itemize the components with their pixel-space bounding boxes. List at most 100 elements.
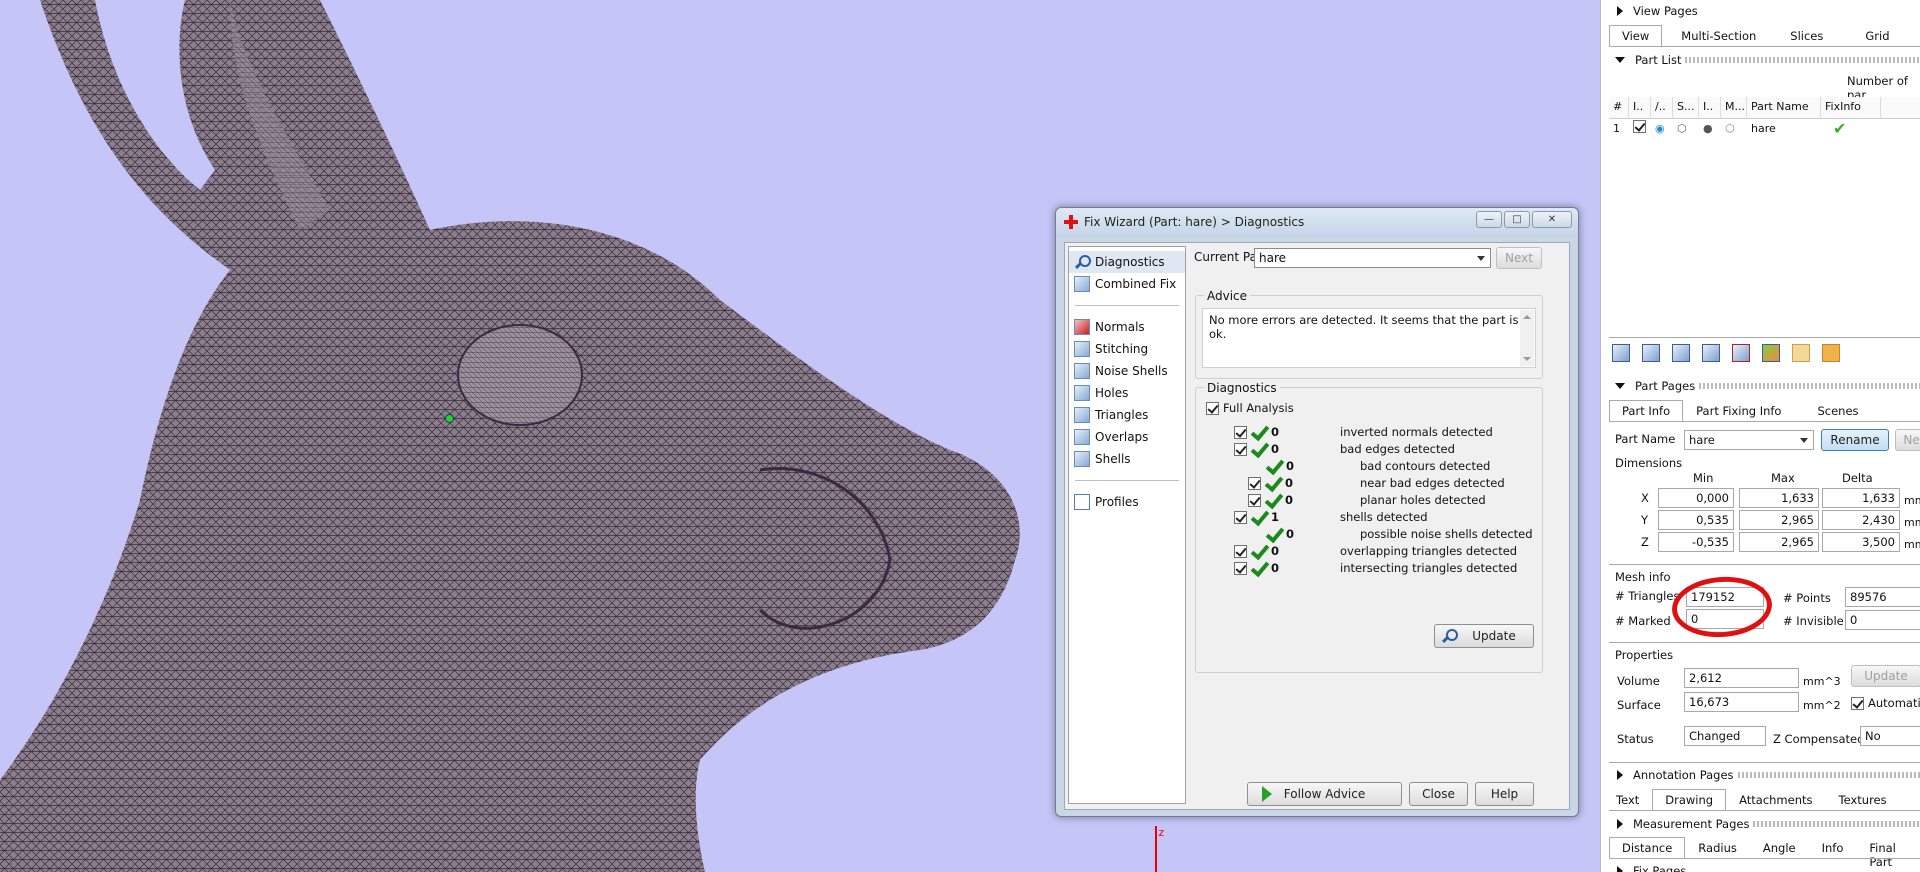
- measurement-pages-header[interactable]: Measurement Pages: [1605, 815, 1920, 833]
- nav-item-stitching[interactable]: Stitching: [1069, 338, 1185, 360]
- z-compensated-label: Z Compensated: [1773, 732, 1865, 746]
- shading-cube-icon[interactable]: ⬡: [1673, 122, 1699, 135]
- tab-textures[interactable]: Textures: [1826, 789, 1900, 811]
- green-check-icon: [1250, 509, 1268, 525]
- table-row[interactable]: 1 ◉ ⬡ ● ⬡ hare ✔: [1609, 118, 1920, 138]
- tab-scenes[interactable]: Scenes: [1794, 400, 1871, 422]
- nav-item-combined-fix[interactable]: Combined Fix: [1069, 273, 1185, 295]
- tab-angle[interactable]: Angle: [1750, 837, 1809, 859]
- col-3[interactable]: S...: [1673, 97, 1699, 118]
- tab-attachments[interactable]: Attachments: [1726, 789, 1825, 811]
- diagnostic-checkbox[interactable]: [1234, 425, 1247, 439]
- diagnostic-checkbox[interactable]: [1248, 493, 1261, 507]
- part-list-header[interactable]: Part List: [1605, 51, 1920, 69]
- diagnostic-checkbox[interactable]: [1248, 476, 1261, 490]
- full-analysis-checkbox[interactable]: [1206, 401, 1219, 415]
- current-part-value: hare: [1259, 251, 1287, 265]
- col-4[interactable]: I..: [1699, 97, 1721, 118]
- tab-view[interactable]: View: [1609, 25, 1663, 47]
- label-icon[interactable]: [1789, 340, 1815, 366]
- properties-update-button[interactable]: Update: [1851, 665, 1920, 687]
- nav-item-noise-shells[interactable]: Noise Shells: [1069, 360, 1185, 382]
- dialog-titlebar[interactable]: Fix Wizard (Part: hare) > Diagnostics — …: [1056, 208, 1578, 236]
- diagnostic-label: bad edges detected: [1340, 442, 1455, 456]
- nav-item-overlaps[interactable]: Overlaps: [1069, 426, 1185, 448]
- eye-icon[interactable]: ◉: [1651, 122, 1673, 135]
- col-2[interactable]: /..: [1651, 97, 1673, 118]
- tag-icon[interactable]: [1819, 340, 1845, 366]
- col-1[interactable]: I..: [1629, 97, 1651, 118]
- color-dot-icon[interactable]: ●: [1699, 122, 1721, 135]
- expand-arrow-icon: [1615, 57, 1625, 63]
- col-index[interactable]: #: [1609, 97, 1629, 118]
- diagnostic-checkbox[interactable]: [1234, 561, 1247, 575]
- dim-axis-label: X: [1641, 491, 1649, 505]
- col-fixinfo[interactable]: FixInfo: [1821, 97, 1881, 118]
- visible-checkbox[interactable]: [1629, 120, 1651, 136]
- nav-item-shells[interactable]: Shells: [1069, 448, 1185, 470]
- delete-part-icon[interactable]: [1729, 340, 1755, 366]
- tab-drawing[interactable]: Drawing: [1652, 789, 1727, 811]
- help-button[interactable]: Help: [1475, 782, 1534, 806]
- points-value: 89576: [1845, 587, 1920, 607]
- advice-scrollbar[interactable]: [1520, 310, 1534, 366]
- col-5[interactable]: M...: [1721, 97, 1747, 118]
- tab-final-part[interactable]: Final Part: [1856, 837, 1920, 869]
- tab-part-fixing-info[interactable]: Part Fixing Info: [1683, 400, 1794, 422]
- holes-cube-icon: [1074, 385, 1090, 401]
- annotation-pages-header[interactable]: Annotation Pages: [1605, 766, 1920, 784]
- update-button[interactable]: Update: [1434, 624, 1534, 648]
- duplicate-part-icon[interactable]: [1669, 340, 1695, 366]
- add-part-icon[interactable]: [1609, 340, 1635, 366]
- nav-label: Profiles: [1095, 495, 1139, 509]
- fix-pages-header[interactable]: Fix Pages: [1605, 862, 1920, 872]
- tab-divider: [1609, 858, 1920, 859]
- view-pages-header[interactable]: View Pages: [1605, 2, 1920, 20]
- tab-divider: [1609, 810, 1920, 811]
- tab-multi-section[interactable]: Multi-Section: [1662, 25, 1769, 47]
- col-part-name[interactable]: Part Name: [1747, 97, 1821, 118]
- part-pages-header[interactable]: Part Pages: [1605, 377, 1920, 395]
- diagnostic-label: bad contours detected: [1360, 459, 1491, 473]
- nav-item-normals[interactable]: Normals: [1069, 316, 1185, 338]
- merge-parts-icon[interactable]: [1699, 340, 1725, 366]
- tab-info[interactable]: Info: [1809, 837, 1857, 859]
- diagnostic-checkbox[interactable]: [1234, 544, 1247, 558]
- tab-grid[interactable]: Grid: [1836, 25, 1902, 47]
- next-button[interactable]: Next: [1496, 247, 1542, 269]
- automatic-label: Automatic: [1868, 696, 1920, 710]
- volume-value: 2,612: [1684, 668, 1799, 688]
- part-name-select[interactable]: hare: [1684, 430, 1814, 450]
- dim-delta-value: 2,430: [1822, 510, 1900, 530]
- tab-distance[interactable]: Distance: [1609, 837, 1686, 859]
- current-part-select[interactable]: hare: [1254, 248, 1491, 268]
- follow-advice-button[interactable]: Follow Advice: [1247, 782, 1402, 806]
- full-analysis-row[interactable]: Full Analysis: [1206, 398, 1294, 418]
- diagnostic-checkbox[interactable]: [1234, 510, 1247, 524]
- nav-item-profiles[interactable]: Profiles: [1069, 491, 1185, 513]
- minimize-button[interactable]: —: [1476, 211, 1502, 228]
- color-part-icon[interactable]: [1759, 340, 1785, 366]
- nav-item-diagnostics[interactable]: Diagnostics: [1069, 251, 1185, 273]
- close-window-button[interactable]: ✕: [1532, 211, 1572, 228]
- automatic-row[interactable]: Automatic: [1851, 696, 1920, 710]
- close-button[interactable]: Close: [1409, 782, 1468, 806]
- tab-radius[interactable]: Radius: [1685, 837, 1750, 859]
- nav-item-triangles[interactable]: Triangles: [1069, 404, 1185, 426]
- fix-wizard-dialog[interactable]: Fix Wizard (Part: hare) > Diagnostics — …: [1055, 207, 1579, 817]
- dim-max-value: 2,965: [1739, 532, 1819, 552]
- tab-slices[interactable]: Slices: [1769, 25, 1836, 47]
- nav-item-holes[interactable]: Holes: [1069, 382, 1185, 404]
- tab-part-info[interactable]: Part Info: [1609, 400, 1684, 422]
- maximize-button[interactable]: □: [1504, 211, 1530, 228]
- part-name-label: Part Name: [1615, 432, 1676, 446]
- diagnostic-count: 0: [1285, 476, 1294, 490]
- mesh-cube-icon[interactable]: ⬡: [1721, 122, 1747, 135]
- select-parts-icon[interactable]: [1639, 340, 1665, 366]
- next-part-button[interactable]: Nex: [1895, 429, 1920, 451]
- diagnostic-checkbox[interactable]: [1234, 442, 1247, 456]
- tab-text[interactable]: Text: [1609, 789, 1652, 811]
- rename-button[interactable]: Rename: [1821, 429, 1889, 451]
- mesh-info-title: Mesh info: [1615, 570, 1671, 584]
- automatic-checkbox[interactable]: [1851, 696, 1864, 710]
